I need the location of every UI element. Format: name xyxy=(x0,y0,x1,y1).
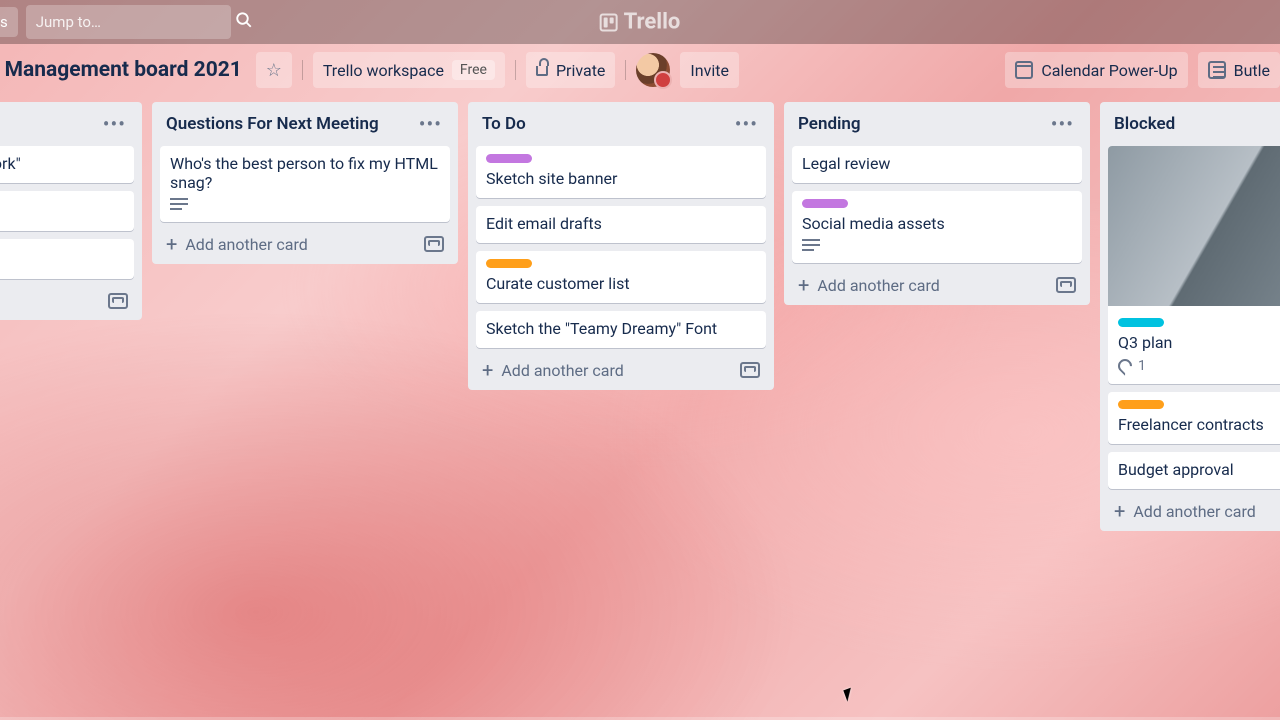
calendar-powerup-button[interactable]: Calendar Power-Up xyxy=(1005,52,1187,88)
card[interactable]: Legal review xyxy=(792,146,1082,183)
card-title: Who's the best person to fix my HTML sna… xyxy=(170,154,440,192)
card-title: Budget approval xyxy=(1118,460,1280,479)
card-template-button[interactable] xyxy=(740,362,760,378)
card-title: Social media assets xyxy=(802,214,1072,233)
card-template-button[interactable] xyxy=(1056,277,1076,293)
add-card-button[interactable]: + Add another card xyxy=(798,275,940,295)
list-title[interactable]: Pending xyxy=(798,114,861,134)
plus-icon: + xyxy=(1114,501,1125,521)
list-menu-button[interactable]: ••• xyxy=(417,112,444,136)
card[interactable] xyxy=(0,239,134,279)
card[interactable]: Sketch the "Teamy Dreamy" Font xyxy=(476,311,766,348)
card-title: Edit email drafts xyxy=(486,214,756,233)
card-label-purple[interactable] xyxy=(802,199,848,208)
card[interactable] xyxy=(0,191,134,231)
butler-icon xyxy=(1208,61,1226,79)
trello-logo[interactable]: Trello xyxy=(600,10,681,35)
list: Questions For Next Meeting ••• Who's the… xyxy=(152,102,458,264)
attachment-icon xyxy=(1115,356,1135,376)
card-title: Sketch the "Teamy Dreamy" Font xyxy=(486,319,756,338)
list-title[interactable]: To Do xyxy=(482,114,526,134)
card[interactable]: Curate customer list xyxy=(476,251,766,303)
plus-icon: + xyxy=(166,234,177,254)
lock-icon xyxy=(536,66,548,76)
search-input[interactable] xyxy=(36,13,235,31)
calendar-icon xyxy=(1015,61,1033,79)
card-title: Q3 plan xyxy=(1118,333,1280,352)
list-menu-button[interactable]: ••• xyxy=(733,112,760,136)
visibility-button[interactable]: Private xyxy=(526,52,615,88)
list-title[interactable]: Questions For Next Meeting xyxy=(166,114,379,134)
divider xyxy=(625,60,626,80)
top-header: s Trello xyxy=(0,0,1280,44)
card-cover-image xyxy=(1108,146,1280,306)
trello-logo-text: Trello xyxy=(624,10,681,35)
star-icon: ☆ xyxy=(266,60,282,81)
list: Pending ••• Legal review Social media as… xyxy=(784,102,1090,305)
card-label-purple[interactable] xyxy=(486,154,532,163)
add-card-button[interactable]: + Add another card xyxy=(482,360,624,380)
list-title[interactable]: Blocked xyxy=(1114,114,1175,134)
list-menu-button[interactable]: ••• xyxy=(1049,112,1076,136)
attachment-count: 1 xyxy=(1138,358,1146,374)
add-card-button[interactable]: + Add another card xyxy=(1114,501,1256,521)
workspace-plan-badge: Free xyxy=(452,60,495,80)
star-button[interactable]: ☆ xyxy=(256,52,292,88)
search-box[interactable] xyxy=(26,5,231,39)
card-title: Dream Work" xyxy=(0,154,124,173)
card[interactable]: Social media assets xyxy=(792,191,1082,263)
trello-logo-icon xyxy=(600,13,618,31)
plus-icon: + xyxy=(482,360,493,380)
card-title: Curate customer list xyxy=(486,274,756,293)
card-title: Legal review xyxy=(802,154,1072,173)
card[interactable]: Q3 plan 1 xyxy=(1108,146,1280,384)
butler-button[interactable]: Butle xyxy=(1198,52,1280,88)
card[interactable]: Who's the best person to fix my HTML sna… xyxy=(160,146,450,222)
divider xyxy=(302,60,303,80)
mouse-cursor xyxy=(843,686,858,701)
list: To Do ••• Sketch site banner Edit email … xyxy=(468,102,774,390)
add-card-button[interactable]: + Add another card xyxy=(166,234,308,254)
description-icon xyxy=(802,239,820,253)
member-avatar[interactable] xyxy=(636,53,670,87)
card[interactable]: Sketch site banner xyxy=(476,146,766,198)
boards-button[interactable]: s xyxy=(0,7,18,37)
card-title: Freelancer contracts xyxy=(1118,415,1280,434)
visibility-label: Private xyxy=(556,61,605,80)
card-template-button[interactable] xyxy=(424,236,444,252)
list: Blocked ••• Q3 plan 1 Freelancer contrac… xyxy=(1100,102,1280,531)
card[interactable]: Dream Work" xyxy=(0,146,134,183)
card-template-button[interactable] xyxy=(108,293,128,309)
divider xyxy=(515,60,516,80)
description-icon xyxy=(170,198,188,212)
workspace-name: Trello workspace xyxy=(323,61,444,80)
card-label-orange[interactable] xyxy=(486,259,532,268)
invite-button[interactable]: Invite xyxy=(680,52,739,88)
board-title[interactable]: ect Management board 2021 xyxy=(0,58,246,82)
board-canvas[interactable]: ••• Dream Work" d Questions For Next Mee… xyxy=(0,96,1280,531)
card[interactable]: Budget approval xyxy=(1108,452,1280,489)
card-label-orange[interactable] xyxy=(1118,400,1164,409)
card-title: Sketch site banner xyxy=(486,169,756,188)
workspace-button[interactable]: Trello workspace Free xyxy=(313,52,505,88)
search-icon xyxy=(235,11,253,34)
list-menu-button[interactable]: ••• xyxy=(101,112,128,136)
list: ••• Dream Work" d xyxy=(0,102,142,320)
plus-icon: + xyxy=(798,275,809,295)
card-label-sky[interactable] xyxy=(1118,318,1164,327)
board-bar: ect Management board 2021 ☆ Trello works… xyxy=(0,44,1280,96)
card[interactable]: Freelancer contracts xyxy=(1108,392,1280,444)
card[interactable]: Edit email drafts xyxy=(476,206,766,243)
